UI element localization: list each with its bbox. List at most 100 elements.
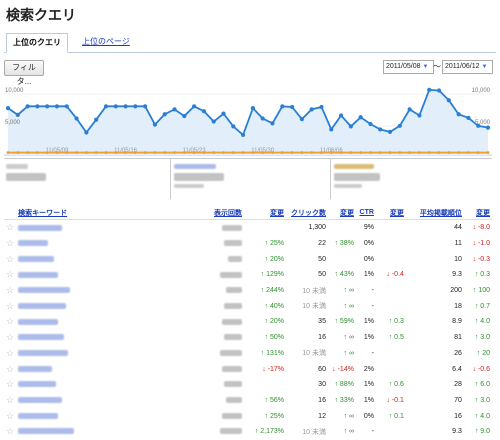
data-point[interactable] — [457, 151, 461, 154]
data-point[interactable] — [5, 106, 11, 111]
data-point[interactable] — [25, 104, 30, 109]
data-point[interactable] — [280, 151, 284, 154]
star-icon[interactable]: ☆ — [4, 330, 16, 346]
data-point[interactable] — [54, 104, 60, 109]
data-point[interactable] — [398, 151, 402, 154]
data-point[interactable] — [437, 151, 441, 154]
data-point[interactable] — [260, 116, 265, 121]
col-header-clicks-change[interactable]: 変更 — [327, 206, 356, 220]
keyword-link-redacted[interactable] — [18, 334, 65, 341]
data-point[interactable] — [329, 127, 334, 132]
data-point[interactable] — [45, 104, 50, 109]
data-point[interactable] — [35, 151, 39, 154]
star-icon[interactable]: ☆ — [4, 283, 16, 299]
data-point[interactable] — [163, 151, 167, 154]
data-point[interactable] — [427, 87, 432, 93]
data-point[interactable] — [378, 127, 383, 132]
data-point[interactable] — [201, 109, 207, 114]
data-point[interactable] — [338, 113, 344, 118]
data-point[interactable] — [467, 151, 470, 154]
data-point[interactable] — [369, 151, 372, 154]
star-icon[interactable]: ☆ — [4, 220, 16, 236]
data-point[interactable] — [55, 151, 59, 154]
data-point[interactable] — [320, 151, 323, 154]
data-point[interactable] — [202, 151, 206, 154]
data-point[interactable] — [251, 151, 255, 154]
col-header-ctr-change[interactable]: 変更 — [375, 206, 406, 220]
data-point[interactable] — [133, 151, 137, 154]
data-point[interactable] — [289, 104, 295, 110]
keyword-cell[interactable] — [16, 346, 176, 362]
data-point[interactable] — [271, 151, 274, 154]
keyword-cell[interactable] — [16, 408, 176, 424]
data-point[interactable] — [84, 130, 89, 135]
data-point[interactable] — [123, 104, 128, 109]
data-point[interactable] — [418, 151, 421, 154]
star-icon[interactable]: ☆ — [4, 361, 16, 377]
keyword-cell[interactable] — [16, 236, 176, 252]
data-point[interactable] — [436, 88, 442, 93]
star-icon[interactable]: ☆ — [4, 267, 16, 283]
col-header-ctr[interactable]: CTR — [355, 206, 376, 220]
keyword-cell[interactable] — [16, 283, 176, 299]
data-point[interactable] — [408, 151, 412, 154]
keyword-cell[interactable] — [16, 267, 176, 283]
data-point[interactable] — [15, 112, 20, 117]
col-header-keyword[interactable]: 検索キーワード — [16, 206, 177, 220]
data-point[interactable] — [407, 107, 412, 112]
data-point[interactable] — [173, 151, 176, 154]
data-point[interactable] — [486, 151, 490, 154]
data-point[interactable] — [241, 132, 246, 138]
data-point[interactable] — [172, 107, 177, 112]
star-icon[interactable]: ☆ — [4, 346, 16, 362]
data-point[interactable] — [94, 117, 99, 122]
data-point[interactable] — [476, 123, 481, 128]
keyword-cell[interactable] — [16, 220, 176, 236]
keyword-link-redacted[interactable] — [18, 365, 53, 372]
keyword-link-redacted[interactable] — [18, 318, 59, 325]
star-icon[interactable]: ☆ — [4, 393, 16, 409]
data-point[interactable] — [221, 111, 226, 116]
data-point[interactable] — [261, 151, 265, 154]
data-point[interactable] — [299, 117, 304, 122]
data-point[interactable] — [387, 129, 393, 134]
data-point[interactable] — [456, 112, 461, 117]
data-point[interactable] — [222, 151, 225, 154]
keyword-link-redacted[interactable] — [18, 302, 67, 309]
data-point[interactable] — [310, 151, 314, 154]
data-point[interactable] — [113, 104, 118, 109]
data-point[interactable] — [35, 104, 40, 109]
keyword-cell[interactable] — [16, 298, 176, 314]
col-header-pos-change[interactable]: 変更 — [463, 206, 492, 220]
data-point[interactable] — [446, 98, 451, 103]
data-point[interactable] — [378, 151, 382, 154]
data-point[interactable] — [231, 124, 236, 129]
date-start-select[interactable]: 2011/05/08 ▼ — [383, 60, 434, 74]
data-point[interactable] — [348, 124, 353, 129]
data-point[interactable] — [339, 151, 343, 154]
keyword-link-redacted[interactable] — [18, 412, 59, 419]
data-point[interactable] — [153, 151, 157, 154]
data-point[interactable] — [65, 151, 69, 154]
data-point[interactable] — [329, 151, 333, 154]
star-icon[interactable]: ☆ — [4, 298, 16, 314]
data-point[interactable] — [358, 115, 363, 120]
data-point[interactable] — [124, 151, 127, 154]
keyword-link-redacted[interactable] — [18, 240, 49, 247]
data-point[interactable] — [192, 151, 196, 154]
date-end-select[interactable]: 2011/06/12 ▼ — [442, 60, 493, 74]
data-point[interactable] — [466, 115, 471, 120]
data-point[interactable] — [192, 104, 197, 109]
data-point[interactable] — [290, 151, 294, 154]
data-point[interactable] — [417, 113, 422, 118]
keyword-cell[interactable] — [16, 361, 176, 377]
keyword-link-redacted[interactable] — [18, 255, 55, 262]
data-point[interactable] — [114, 151, 118, 154]
data-point[interactable] — [250, 106, 255, 111]
data-point[interactable] — [162, 112, 167, 117]
star-icon[interactable]: ☆ — [4, 314, 16, 330]
data-point[interactable] — [388, 151, 392, 154]
data-point[interactable] — [16, 151, 20, 154]
keyword-link-redacted[interactable] — [18, 287, 71, 294]
data-point[interactable] — [241, 151, 245, 154]
